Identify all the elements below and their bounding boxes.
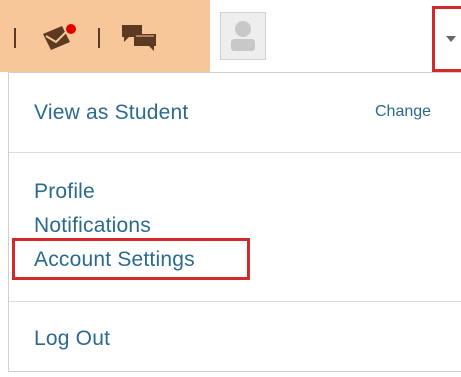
top-bar [0, 0, 461, 72]
separator [14, 28, 16, 48]
view-as-student-link[interactable]: View as Student [34, 101, 188, 125]
divider [9, 301, 461, 302]
avatar-placeholder-icon [231, 21, 255, 51]
message-notification-icon[interactable] [40, 22, 80, 56]
avatar[interactable] [220, 12, 266, 60]
profile-link[interactable]: Profile [34, 180, 95, 204]
separator [98, 28, 100, 48]
notifications-link[interactable]: Notifications [34, 214, 151, 238]
chat-icon[interactable] [120, 22, 160, 54]
notification-icon-zone [0, 0, 210, 72]
user-menu-dropdown-button[interactable] [432, 6, 461, 72]
account-settings-highlight-box [12, 238, 250, 280]
change-link[interactable]: Change [375, 103, 431, 121]
user-dropdown-menu: View as Student Change Profile Notificat… [8, 72, 461, 372]
log-out-link[interactable]: Log Out [34, 327, 110, 351]
divider [9, 152, 461, 153]
chevron-down-icon [446, 36, 456, 42]
